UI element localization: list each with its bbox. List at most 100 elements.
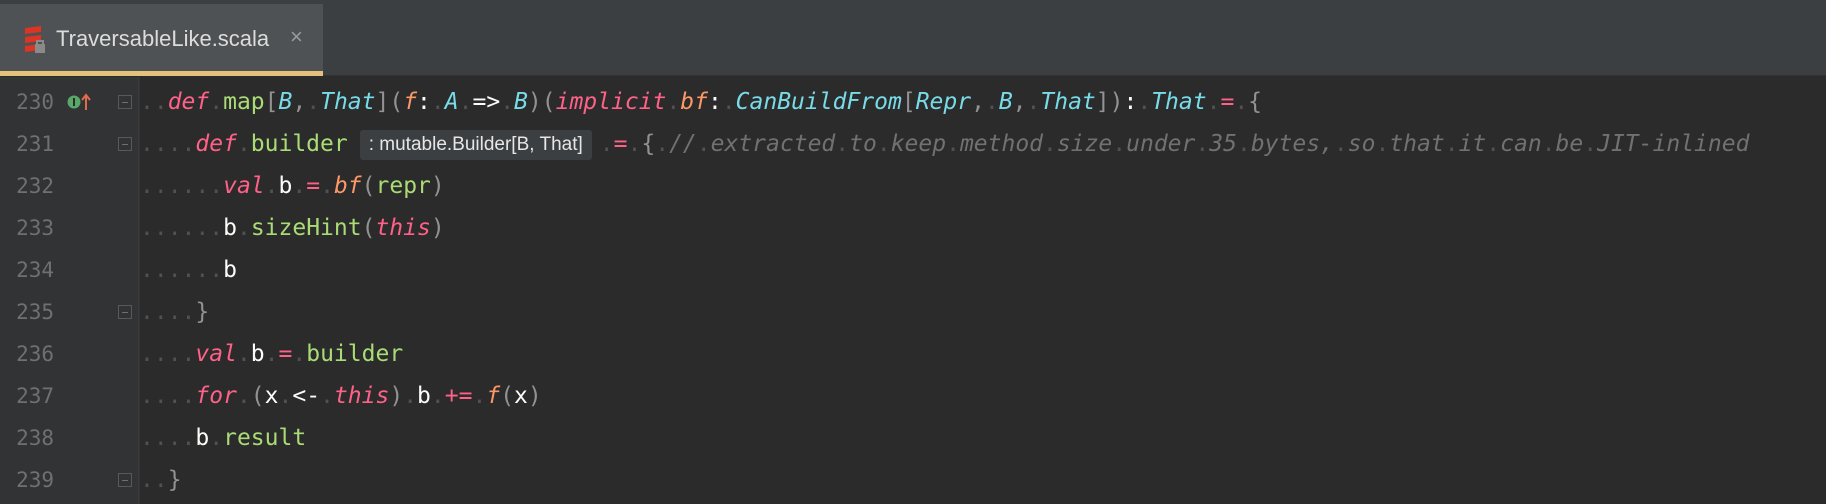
code-token: builder [250,131,348,157]
fold-toggle-icon[interactable] [118,473,132,487]
code-token: . [984,89,999,115]
code-line[interactable]: 230 ..def.map[B,.That](f:.A.=>.B)(implici… [0,81,1826,123]
code-token: ) [527,383,542,409]
line-number: 238 [16,426,54,450]
code-token: <- [292,383,321,409]
code-token: . [1444,131,1459,157]
code-token: .... [140,425,196,451]
editor-tab-active[interactable]: TraversableLike.scala × [0,4,323,76]
code-token: ( [250,383,265,409]
code-line[interactable]: 238 ....b.result [0,417,1826,459]
code-token: . [1043,131,1057,157]
code-token: , [292,89,307,115]
code-token: . [292,173,307,199]
code-token: . [1137,89,1152,115]
code-token: B [278,89,293,115]
code-line[interactable]: 232 ......val.b.=.bf(repr) [0,165,1826,207]
code-token: . [666,89,681,115]
line-number: 232 [16,174,54,198]
code-token: . [209,425,224,451]
code-token: ]( [375,89,404,115]
code-token: : [1123,89,1138,115]
code-token: [ [901,89,916,115]
scala-file-icon [22,26,46,54]
code-token: implicit [555,89,667,115]
code-text: ......b [140,249,237,291]
code-token: this [375,215,431,241]
code-token: .. [140,467,168,493]
code-text: ....val.b.=.builder [140,333,403,375]
code-token: = [278,341,293,367]
code-line[interactable]: 239..} [0,459,1826,501]
code-line[interactable]: 231 ....def.builder: mutable.Builder[B, T… [0,123,1826,165]
code-line[interactable]: 236 ....val.b.=.builder [0,333,1826,375]
code-token: += [444,383,473,409]
code-token: : [417,89,431,115]
code-text: ..} [140,459,182,501]
code-token: extracted [710,131,836,157]
code-token: it [1458,131,1487,157]
line-number: 233 [16,216,54,240]
code-line[interactable]: 234 ......b [0,249,1826,291]
code-token: . [1333,131,1348,157]
code-token: bytes, [1250,131,1334,157]
fold-toggle-icon[interactable] [118,95,132,109]
fold-toggle-icon[interactable] [118,137,132,151]
code-text: ......b.sizeHint(this) [140,207,445,249]
code-token: . [236,383,251,409]
code-token: Repr [915,89,972,115]
code-line[interactable]: 237 ....for.(x.<-.this).b.+=.f(x) [0,375,1826,417]
code-token: sizeHint [250,215,362,241]
code-token: be [1555,131,1584,157]
code-token: : [707,89,722,115]
code-token: . [430,383,445,409]
code-token: . [835,131,850,157]
code-token: ...... [140,257,224,283]
line-number: 239 [16,468,54,492]
code-token: . [292,341,307,367]
line-number: 231 [16,132,54,156]
code-token: .... [140,299,196,325]
code-token: )( [527,89,556,115]
code-token: ( [361,173,376,199]
line-number: 230 [16,90,54,114]
code-text: ..def.map[B,.That](f:.A.=>.B)(implicit.b… [140,81,1262,123]
code-text: ....def.builder: mutable.Builder[B, That… [140,123,1749,165]
code-token: under [1126,131,1196,157]
fold-toggle-icon[interactable] [118,305,132,319]
code-token: . [876,131,891,157]
code-token: b [223,215,237,241]
code-token: . [1112,131,1127,157]
code-token: . [264,341,279,367]
code-token: ( [361,215,376,241]
code-token: builder [306,341,404,367]
code-token: can [1500,131,1542,157]
code-token: . [1583,131,1598,157]
code-text: ......val.b.=.bf(repr) [140,165,445,207]
line-number: 237 [16,384,54,408]
code-editor[interactable]: 230 ..def.map[B,.That](f:.A.=>.B)(implici… [0,77,1826,504]
code-token: . [320,383,334,409]
code-token: That [1151,89,1207,115]
code-token: . [472,383,487,409]
code-token: . [946,131,960,157]
editor-tab-bar: TraversableLike.scala × [0,0,1826,76]
code-token: . [430,89,445,115]
code-token: B [998,89,1013,115]
implements-override-icon[interactable] [66,92,92,112]
code-line[interactable]: 233 ......b.sizeHint(this) [0,207,1826,249]
line-number: 235 [16,300,54,324]
close-tab-icon[interactable]: × [290,24,303,50]
code-token: . [655,131,670,157]
code-token: f [486,383,501,409]
code-token: That [320,89,376,115]
code-token: x [264,383,279,409]
code-token: to [849,131,877,157]
code-line[interactable]: 235....} [0,291,1826,333]
code-token: . [1236,131,1251,157]
code-token: val [223,173,265,199]
code-token: ) [389,383,404,409]
tab-filename: TraversableLike.scala [56,26,270,51]
code-token: . [1486,131,1501,157]
code-token: bf [333,173,362,199]
